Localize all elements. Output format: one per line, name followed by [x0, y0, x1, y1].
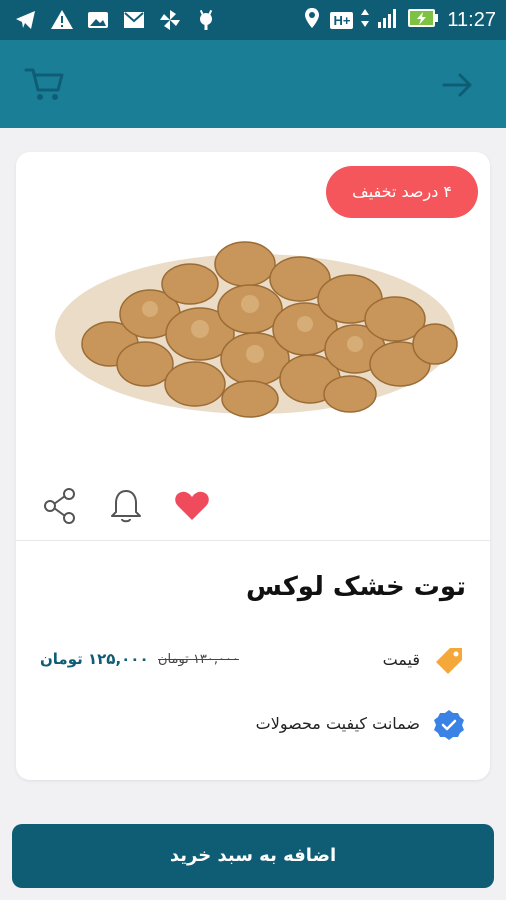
old-price: ۱۳۰,۰۰۰ تومان — [158, 652, 239, 667]
share-icon[interactable] — [40, 486, 80, 526]
battery-charging-icon — [407, 7, 439, 33]
add-to-cart-button[interactable]: اضافه به سبد خرید — [12, 824, 494, 888]
pinwheel-icon — [158, 8, 182, 32]
cart-icon[interactable] — [24, 64, 66, 104]
signal-icon — [377, 6, 399, 34]
bell-icon[interactable] — [106, 486, 146, 526]
mail-icon — [122, 8, 146, 32]
status-bar: H+ 11:27 — [0, 0, 506, 40]
data-arrows-icon — [361, 7, 370, 33]
price-tag-icon — [432, 644, 466, 678]
product-actions — [40, 486, 220, 530]
quality-row: ضمانت کیفیت محصولات — [40, 704, 466, 744]
divider — [16, 540, 490, 541]
telegram-icon — [14, 8, 38, 32]
network-type-icon: H+ — [330, 11, 354, 29]
warning-icon — [50, 8, 74, 32]
android-icon — [194, 8, 218, 32]
clock: 11:27 — [447, 8, 496, 31]
price-row: قیمت ۱۳۰,۰۰۰ تومان ۱۲۵,۰۰۰ تومان — [40, 642, 466, 682]
price-label: قیمت — [382, 650, 420, 669]
image-icon — [86, 8, 110, 32]
product-image — [50, 214, 460, 424]
product-card: ۴ درصد تخفیف توت خشک لوکس قیمت ۱۳۰,۰۰۰ ت… — [16, 152, 490, 780]
discount-badge: ۴ درصد تخفیف — [326, 166, 478, 218]
arrow-right-icon[interactable] — [440, 68, 474, 102]
product-title: توت خشک لوکس — [245, 572, 466, 602]
app-bar — [0, 40, 506, 128]
heart-icon[interactable] — [172, 486, 212, 526]
location-icon — [302, 6, 322, 34]
verified-icon — [432, 708, 466, 742]
quality-label: ضمانت کیفیت محصولات — [255, 714, 420, 733]
new-price: ۱۲۵,۰۰۰ تومان — [40, 650, 149, 668]
